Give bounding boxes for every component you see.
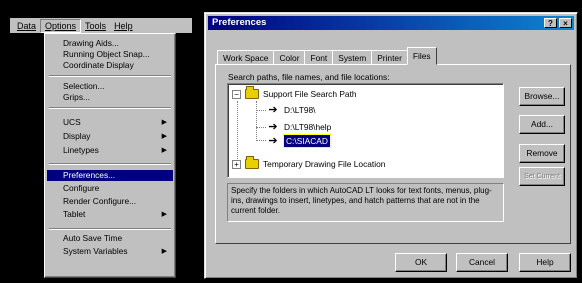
dialog-title-bar[interactable]: Preferences ? × (208, 16, 574, 30)
browse-button[interactable]: Browse... (519, 87, 565, 106)
menu-item-linetypes[interactable]: Linetypes ▶ (47, 145, 173, 156)
submenu-arrow-icon: ▶ (161, 147, 167, 154)
path-arrow-icon: ➔ (268, 121, 278, 133)
tab-strip: Work Space Color Font System Printer Fil… (217, 47, 437, 65)
panel-label: Search paths, file names, and file locat… (228, 72, 390, 82)
menu-bar: Data Options Tools Help (10, 18, 192, 33)
menu-item-preferences[interactable]: Preferences... (47, 170, 173, 181)
menu-options[interactable]: Options (40, 18, 82, 33)
cancel-button[interactable]: Cancel (456, 253, 508, 272)
tab-font[interactable]: Font (304, 50, 334, 65)
preferences-dialog: Preferences ? × Work Space Color Font Sy… (204, 12, 578, 279)
files-tab-panel: Search paths, file names, and file locat… (215, 64, 571, 244)
menu-item-system-variables[interactable]: System Variables ▶ (47, 246, 173, 257)
submenu-arrow-icon: ▶ (161, 211, 167, 218)
tree-node-temp-location[interactable]: + Temporary Drawing File Location (232, 156, 385, 170)
menu-item-tablet[interactable]: Tablet ▶ (47, 209, 173, 220)
menu-item-render-configure[interactable]: Render Configure... (47, 196, 173, 207)
tree-connector (256, 110, 266, 111)
add-button[interactable]: Add... (519, 115, 565, 134)
dialog-title: Preferences (212, 17, 267, 28)
menu-item-drawing-aids[interactable]: Drawing Aids... (47, 38, 173, 49)
description-box: Specify the folders in which AutoCAD LT … (227, 183, 504, 222)
tab-color[interactable]: Color (273, 50, 306, 65)
folder-icon (245, 156, 259, 169)
menu-separator (49, 163, 171, 165)
tree-connector (237, 101, 238, 163)
options-dropdown-menu: Drawing Aids... Running Object Snap... C… (44, 33, 176, 278)
tree-node-path[interactable]: ➔ D:\LT98\help (266, 121, 331, 133)
help-question-button[interactable]: ? (544, 18, 557, 28)
tab-system[interactable]: System (332, 50, 373, 65)
tree-connector (256, 127, 266, 128)
menu-item-display[interactable]: Display ▶ (47, 131, 173, 142)
search-path-tree[interactable]: − Support File Search Path ➔ D:\LT98\ ➔ … (227, 83, 504, 178)
submenu-arrow-icon: ▶ (161, 133, 167, 140)
menu-separator (49, 228, 171, 230)
tree-node-support-path[interactable]: − Support File Search Path (232, 86, 357, 100)
folder-icon (245, 86, 259, 99)
menu-item-grips[interactable]: Grips... (47, 92, 173, 103)
tab-printer[interactable]: Printer (371, 50, 408, 65)
submenu-arrow-icon: ▶ (161, 119, 167, 126)
ok-button[interactable]: OK (395, 253, 447, 272)
tree-connector (256, 101, 257, 139)
collapse-icon[interactable]: − (232, 89, 241, 99)
tab-files[interactable]: Files (406, 47, 437, 65)
tree-node-path-selected[interactable]: ➔ C:\SIACAD (266, 134, 331, 148)
tree-node-path[interactable]: ➔ D:\LT98\ (266, 104, 315, 116)
submenu-arrow-icon: ▶ (161, 248, 167, 255)
menu-item-selection[interactable]: Selection... (47, 81, 173, 92)
menu-item-configure[interactable]: Configure (47, 183, 173, 194)
path-arrow-icon: ➔ (268, 135, 278, 147)
menu-help[interactable]: Help (110, 20, 137, 32)
tree-connector (256, 140, 266, 141)
remove-button[interactable]: Remove (519, 144, 565, 163)
menu-tools[interactable]: Tools (81, 20, 110, 32)
expand-icon[interactable]: + (232, 159, 241, 169)
menu-item-auto-save-time[interactable]: Auto Save Time (47, 233, 173, 244)
help-button[interactable]: Help (519, 253, 571, 272)
path-arrow-icon: ➔ (268, 104, 278, 116)
menu-item-ucs[interactable]: UCS ▶ (47, 117, 173, 128)
set-current-button[interactable]: Set Current (519, 167, 565, 186)
tab-work-space[interactable]: Work Space (217, 50, 275, 65)
menu-item-coordinate-display[interactable]: Coordinate Display (47, 60, 173, 71)
menu-data[interactable]: Data (13, 20, 40, 32)
menu-separator (49, 107, 171, 109)
menu-item-running-object-snap[interactable]: Running Object Snap... (47, 49, 173, 60)
close-button[interactable]: × (559, 18, 572, 28)
menu-separator (49, 75, 171, 77)
